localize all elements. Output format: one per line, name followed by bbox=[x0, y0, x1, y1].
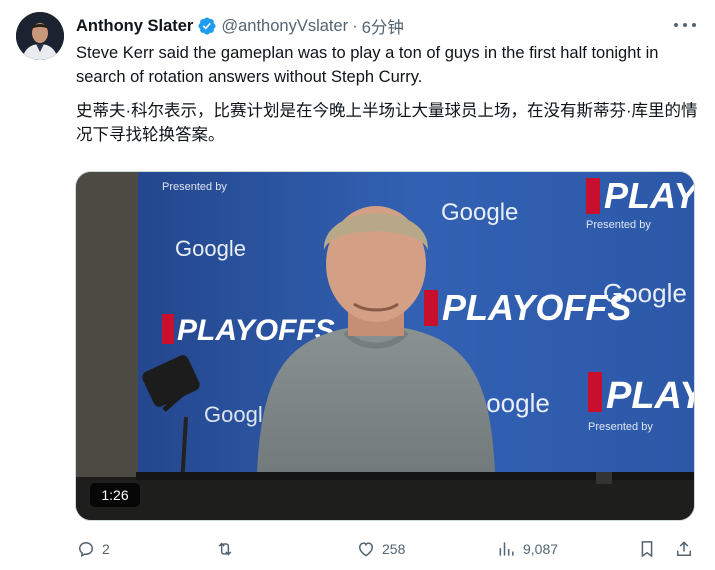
reply-icon bbox=[78, 541, 94, 558]
backdrop-playoffs: PLAYOFFS bbox=[604, 175, 695, 216]
video-player[interactable]: Google Google Google Google Google PLAYO… bbox=[75, 171, 695, 521]
author-handle[interactable]: @anthonyVslater bbox=[221, 17, 348, 36]
heart-icon bbox=[358, 542, 374, 557]
author-avatar[interactable] bbox=[16, 12, 64, 60]
view-count: 9,087 bbox=[523, 541, 559, 557]
backdrop-presented-by: Presented by bbox=[588, 421, 653, 433]
backdrop-playoffs: PLAYOFFS bbox=[606, 375, 695, 417]
author-name[interactable]: Anthony Slater bbox=[76, 17, 193, 36]
verified-badge-icon bbox=[198, 17, 216, 35]
share-icon bbox=[677, 541, 691, 556]
post-time[interactable]: 6分钟 bbox=[362, 14, 404, 38]
views-button[interactable]: 9,087 bbox=[497, 534, 558, 564]
backdrop-google: Google bbox=[441, 199, 518, 226]
repost-icon bbox=[218, 542, 232, 556]
share-button[interactable] bbox=[674, 534, 694, 564]
separator-dot: · bbox=[352, 16, 358, 35]
video-duration: 1:26 bbox=[90, 483, 140, 507]
reply-count: 2 bbox=[102, 541, 110, 557]
tweet-header: Anthony Slater @anthonyVslater · 6分钟 bbox=[76, 14, 404, 38]
more-options-icon[interactable] bbox=[674, 16, 696, 34]
translated-text: 史蒂夫·科尔表示，比赛计划是在今晚上半场让大量球员上场，在没有斯蒂芬·库里的情况… bbox=[76, 102, 698, 144]
backdrop-presented-by: Presented by bbox=[162, 181, 227, 193]
video-frame: Google Google Google Google Google PLAYO… bbox=[76, 172, 695, 520]
backdrop-playoffs: PLAYOFFS bbox=[442, 287, 631, 328]
action-bar: 2 258 9,087 bbox=[0, 534, 715, 564]
reply-button[interactable]: 2 bbox=[76, 534, 110, 564]
backdrop-google: Google bbox=[175, 236, 246, 261]
like-button[interactable]: 258 bbox=[356, 534, 405, 564]
repost-button[interactable] bbox=[215, 534, 241, 564]
bookmark-button[interactable] bbox=[637, 534, 657, 564]
bookmark-icon bbox=[641, 541, 653, 558]
like-count: 258 bbox=[382, 541, 406, 557]
backdrop-presented-by: Presented by bbox=[586, 219, 651, 231]
tweet-text: Steve Kerr said the gameplan was to play… bbox=[76, 44, 659, 86]
views-chart-icon bbox=[499, 542, 514, 556]
